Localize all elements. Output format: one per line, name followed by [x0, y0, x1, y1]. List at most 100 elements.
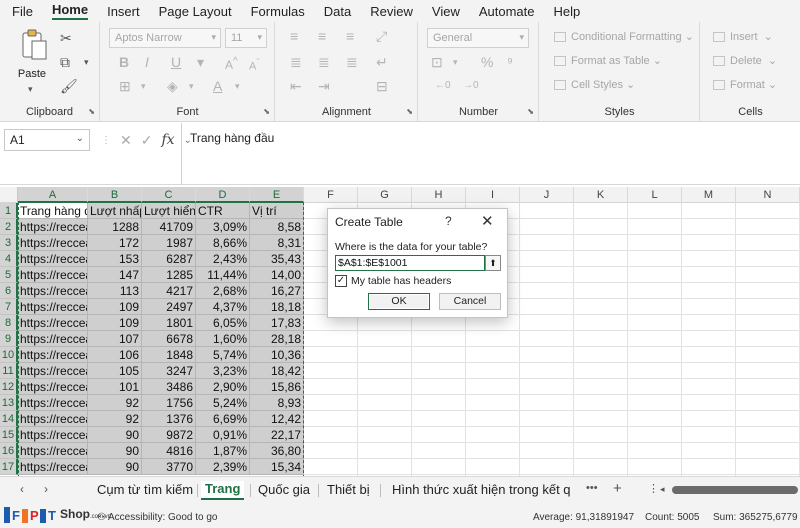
table-cell[interactable]: https://reccea — [18, 283, 88, 299]
table-cell[interactable]: 3247 — [142, 363, 196, 379]
header-cell[interactable]: Lượt nhấp — [88, 203, 142, 219]
percent-icon[interactable]: % — [481, 54, 493, 70]
table-cell[interactable]: https://reccea — [18, 379, 88, 395]
header-cell[interactable]: CTR — [196, 203, 250, 219]
column-header-d[interactable]: D — [196, 187, 250, 203]
font-launcher-icon[interactable]: ⬊ — [263, 107, 270, 116]
table-cell[interactable]: 105 — [88, 363, 142, 379]
menu-home[interactable]: Home — [51, 2, 89, 20]
cancel-button[interactable]: Cancel — [439, 293, 501, 310]
table-cell[interactable]: https://reccea — [18, 299, 88, 315]
merge-center-icon[interactable]: ⊟ — [376, 78, 388, 94]
menu-insert[interactable]: Insert — [107, 4, 140, 19]
row-header[interactable]: 4 — [0, 251, 18, 267]
paste-button[interactable]: Paste — [12, 68, 52, 80]
table-cell[interactable]: https://reccea — [18, 363, 88, 379]
column-header-l[interactable]: L — [628, 187, 682, 203]
table-cell[interactable]: 107 — [88, 331, 142, 347]
italic-icon[interactable]: I — [145, 54, 149, 70]
confirm-entry-icon[interactable]: ✓ — [141, 132, 153, 149]
format-painter-icon[interactable]: 🖌 — [60, 78, 78, 94]
table-cell[interactable]: https://reccea — [18, 219, 88, 235]
wrap-text-icon[interactable]: ↵ — [376, 54, 388, 70]
table-cell[interactable]: 8,93 — [250, 395, 304, 411]
header-cell[interactable]: Vị trí — [250, 203, 304, 219]
column-header-b[interactable]: B — [88, 187, 142, 203]
table-cell[interactable]: 101 — [88, 379, 142, 395]
table-cell[interactable]: 2,39% — [196, 459, 250, 475]
orientation-icon[interactable]: ⤢ — [376, 28, 387, 44]
column-header-k[interactable]: K — [574, 187, 628, 203]
sheet-tab-cum-tu-tim-kiem[interactable]: Cụm từ tìm kiếm — [97, 482, 193, 497]
format-cells-button[interactable]: Format ⌄ — [713, 78, 777, 91]
table-cell[interactable]: 1288 — [88, 219, 142, 235]
table-cell[interactable]: 90 — [88, 459, 142, 475]
increase-font-icon[interactable]: A^ — [225, 54, 238, 73]
table-cell[interactable]: https://reccea — [18, 347, 88, 363]
clipboard-launcher-icon[interactable]: ⬊ — [88, 107, 95, 116]
conditional-formatting-button[interactable]: Conditional Formatting ⌄ — [554, 30, 694, 43]
menu-page-layout[interactable]: Page Layout — [159, 4, 232, 19]
menu-formulas[interactable]: Formulas — [251, 4, 305, 19]
column-header-n[interactable]: N — [736, 187, 800, 203]
table-cell[interactable]: https://reccea — [18, 443, 88, 459]
table-cell[interactable]: 2,43% — [196, 251, 250, 267]
alignment-launcher-icon[interactable]: ⬊ — [406, 107, 413, 116]
table-cell[interactable]: 153 — [88, 251, 142, 267]
row-header[interactable]: 13 — [0, 395, 18, 411]
table-cell[interactable]: 6287 — [142, 251, 196, 267]
menu-help[interactable]: Help — [554, 4, 581, 19]
table-cell[interactable]: 18,42 — [250, 363, 304, 379]
table-cell[interactable]: https://reccea — [18, 411, 88, 427]
header-cell[interactable]: Trang hàng đầ — [18, 203, 88, 219]
delete-cells-button[interactable]: Delete ⌄ — [713, 54, 777, 67]
sheet-tab-trang[interactable]: Trang — [201, 481, 245, 500]
copy-icon[interactable]: ⧉ — [60, 54, 70, 70]
table-cell[interactable]: 18,18 — [250, 299, 304, 315]
headers-checkbox-label[interactable]: My table has headers — [351, 275, 451, 287]
bottom-align-icon[interactable]: ≡ — [346, 28, 354, 44]
table-cell[interactable]: 90 — [88, 427, 142, 443]
table-cell[interactable]: 5,24% — [196, 395, 250, 411]
table-cell[interactable]: 92 — [88, 411, 142, 427]
chevron-right-icon[interactable]: › — [44, 482, 48, 496]
headers-checkbox[interactable]: ✓ — [335, 275, 347, 287]
table-cell[interactable]: 35,43 — [250, 251, 304, 267]
row-header[interactable]: 3 — [0, 235, 18, 251]
decrease-decimal-icon[interactable]: →0 — [463, 78, 479, 94]
table-cell[interactable]: 1,87% — [196, 443, 250, 459]
menu-file[interactable]: File — [12, 4, 33, 19]
table-cell[interactable]: https://reccea — [18, 395, 88, 411]
table-cell[interactable]: 14,00 — [250, 267, 304, 283]
borders-icon[interactable]: ⊞ — [119, 78, 131, 94]
format-as-table-button[interactable]: Format as Table ⌄ — [554, 54, 662, 67]
row-header[interactable]: 16 — [0, 443, 18, 459]
close-icon[interactable]: ✕ — [481, 212, 494, 230]
table-cell[interactable]: 1,60% — [196, 331, 250, 347]
row-header[interactable]: 15 — [0, 427, 18, 443]
name-box[interactable]: A1 ⌄ — [4, 129, 90, 151]
row-header[interactable]: 8 — [0, 315, 18, 331]
insert-function-icon[interactable]: fx — [161, 132, 174, 148]
row-header[interactable]: 17 — [0, 459, 18, 475]
accessibility-icon[interactable]: ⚇ — [97, 512, 106, 523]
decrease-indent-icon[interactable]: ⇤ — [290, 78, 302, 94]
align-right-icon[interactable]: ≣ — [346, 54, 358, 70]
table-cell[interactable]: 4,37% — [196, 299, 250, 315]
table-cell[interactable]: 109 — [88, 315, 142, 331]
add-sheet-icon[interactable]: + — [613, 480, 622, 497]
top-align-icon[interactable]: ≡ — [290, 28, 298, 44]
table-cell[interactable]: 8,66% — [196, 235, 250, 251]
comma-style-icon[interactable]: ⁹ — [507, 54, 513, 70]
paste-dropdown-icon[interactable]: ▾ — [28, 84, 33, 95]
column-header-h[interactable]: H — [412, 187, 466, 203]
accounting-dropdown-icon[interactable]: ▾ — [453, 54, 458, 70]
column-header-a[interactable]: A — [18, 187, 88, 203]
font-color-dropdown-icon[interactable]: ▾ — [235, 78, 240, 94]
table-cell[interactable]: 0,91% — [196, 427, 250, 443]
insert-cells-button[interactable]: Insert ⌄ — [713, 30, 773, 43]
table-cell[interactable]: https://reccea — [18, 251, 88, 267]
row-header[interactable]: 14 — [0, 411, 18, 427]
table-cell[interactable]: 8,31 — [250, 235, 304, 251]
cut-icon[interactable]: ✂ — [60, 30, 72, 46]
